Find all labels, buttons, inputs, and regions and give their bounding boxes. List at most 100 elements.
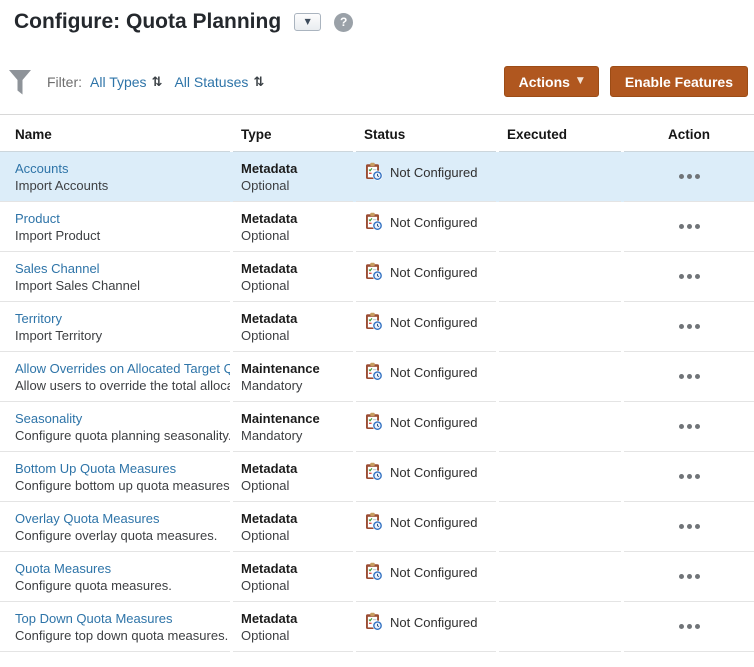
task-name-link[interactable]: Overlay Quota Measures [15, 510, 222, 527]
task-description: Configure bottom up quota measures. [15, 478, 230, 493]
task-type: Metadata [241, 511, 298, 526]
help-button[interactable]: ? [334, 12, 354, 32]
table-row[interactable]: Product Import Product Metadata Optional [0, 202, 754, 252]
row-actions-button[interactable] [675, 468, 704, 485]
task-requirement: Optional [241, 578, 290, 593]
configuration-task-table: Name Type Status Executed Action Account… [0, 114, 754, 652]
task-name-link[interactable]: Quota Measures [15, 560, 222, 577]
status-text: Not Configured [390, 215, 478, 230]
executed-value [499, 302, 621, 352]
task-requirement: Optional [241, 528, 290, 543]
row-actions-button[interactable] [675, 268, 704, 285]
title-dropdown-button[interactable]: ▼ [294, 13, 322, 31]
row-actions-button[interactable] [675, 218, 704, 235]
filter-toolbar: Filter: All Types ⇅ All Statuses ⇅ Actio… [0, 65, 754, 99]
not-configured-icon [364, 262, 383, 281]
table-row[interactable]: Sales Channel Import Sales Channel Metad… [0, 252, 754, 302]
executed-value [499, 252, 621, 302]
task-description: Import Sales Channel [15, 278, 141, 293]
filter-all-statuses-link[interactable]: All Statuses [174, 74, 248, 90]
status-text: Not Configured [390, 265, 478, 280]
table-row[interactable]: Accounts Import Accounts Metadata Option… [0, 152, 754, 202]
column-header-status: Status [356, 115, 496, 152]
task-description: Configure quota planning seasonality. [15, 428, 230, 443]
task-type: Metadata [241, 161, 298, 176]
column-header-name: Name [0, 115, 230, 152]
toolbar-buttons: Actions ▼ Enable Features [503, 66, 748, 97]
task-description: Import Accounts [15, 178, 109, 193]
chevron-down-icon: ▼ [304, 17, 311, 26]
executed-value [499, 552, 621, 602]
row-actions-button[interactable] [675, 318, 704, 335]
task-requirement: Mandatory [241, 428, 303, 443]
task-description: Configure overlay quota measures. [15, 528, 218, 543]
task-description: Import Territory [15, 328, 103, 343]
task-requirement: Optional [241, 228, 290, 243]
task-type: Metadata [241, 611, 298, 626]
task-requirement: Optional [241, 178, 290, 193]
statuses-sort-toggle-icon[interactable]: ⇅ [253, 75, 264, 90]
page-title: Configure: Quota Planning [14, 10, 282, 33]
row-actions-button[interactable] [675, 568, 704, 585]
task-name-link[interactable]: Bottom Up Quota Measures [15, 460, 222, 477]
task-name-link[interactable]: Top Down Quota Measures [15, 610, 222, 627]
task-type: Metadata [241, 461, 298, 476]
table-row[interactable]: Allow Overrides on Allocated Target Q Al… [0, 352, 754, 402]
task-name-link[interactable]: Allow Overrides on Allocated Target Q [15, 360, 230, 377]
executed-value [499, 352, 621, 402]
executed-value [499, 402, 621, 452]
row-actions-button[interactable] [675, 518, 704, 535]
executed-value [499, 202, 621, 252]
row-actions-button[interactable] [675, 418, 704, 435]
column-header-type: Type [233, 115, 353, 152]
executed-value [499, 452, 621, 502]
row-actions-button[interactable] [675, 368, 704, 385]
column-header-action: Action [624, 115, 754, 152]
task-requirement: Optional [241, 478, 290, 493]
table-row[interactable]: Territory Import Territory Metadata Opti… [0, 302, 754, 352]
task-type: Metadata [241, 211, 298, 226]
not-configured-icon [364, 212, 383, 231]
task-name-link[interactable]: Product [15, 210, 222, 227]
executed-value [499, 152, 621, 202]
actions-button-label: Actions [518, 73, 570, 90]
status-text: Not Configured [390, 515, 478, 530]
status-text: Not Configured [390, 365, 478, 380]
task-description: Configure top down quota measures. [15, 628, 229, 643]
not-configured-icon [364, 312, 383, 331]
table-body: Accounts Import Accounts Metadata Option… [0, 152, 754, 652]
task-type: Maintenance [241, 361, 320, 376]
enable-features-button[interactable]: Enable Features [609, 66, 748, 97]
not-configured-icon [364, 512, 383, 531]
task-description: Configure quota measures. [15, 578, 172, 593]
executed-value [499, 602, 621, 652]
column-header-executed: Executed [499, 115, 621, 152]
table-row[interactable]: Bottom Up Quota Measures Configure botto… [0, 452, 754, 502]
task-name-link[interactable]: Sales Channel [15, 260, 222, 277]
chevron-down-icon: ▼ [576, 76, 584, 86]
row-actions-button[interactable] [675, 168, 704, 185]
task-name-link[interactable]: Seasonality [15, 410, 222, 427]
task-requirement: Optional [241, 628, 290, 643]
not-configured-icon [364, 562, 383, 581]
task-type: Metadata [241, 261, 298, 276]
table-row[interactable]: Top Down Quota Measures Configure top do… [0, 602, 754, 652]
task-type: Metadata [241, 561, 298, 576]
actions-button[interactable]: Actions ▼ [503, 66, 599, 97]
task-description: Allow users to override the total alloca [15, 378, 230, 393]
filter-all-types-link[interactable]: All Types [90, 74, 147, 90]
table-row[interactable]: Overlay Quota Measures Configure overlay… [0, 502, 754, 552]
status-text: Not Configured [390, 415, 478, 430]
table-row[interactable]: Quota Measures Configure quota measures.… [0, 552, 754, 602]
not-configured-icon [364, 412, 383, 431]
table-row[interactable]: Seasonality Configure quota planning sea… [0, 402, 754, 452]
row-actions-button[interactable] [675, 618, 704, 635]
types-sort-toggle-icon[interactable]: ⇅ [152, 75, 163, 90]
filter-icon [8, 69, 32, 96]
not-configured-icon [364, 362, 383, 381]
task-name-link[interactable]: Accounts [15, 160, 222, 177]
task-name-link[interactable]: Territory [15, 310, 222, 327]
filter-label: Filter: [47, 74, 82, 90]
status-text: Not Configured [390, 565, 478, 580]
table-header-row: Name Type Status Executed Action [0, 114, 754, 152]
